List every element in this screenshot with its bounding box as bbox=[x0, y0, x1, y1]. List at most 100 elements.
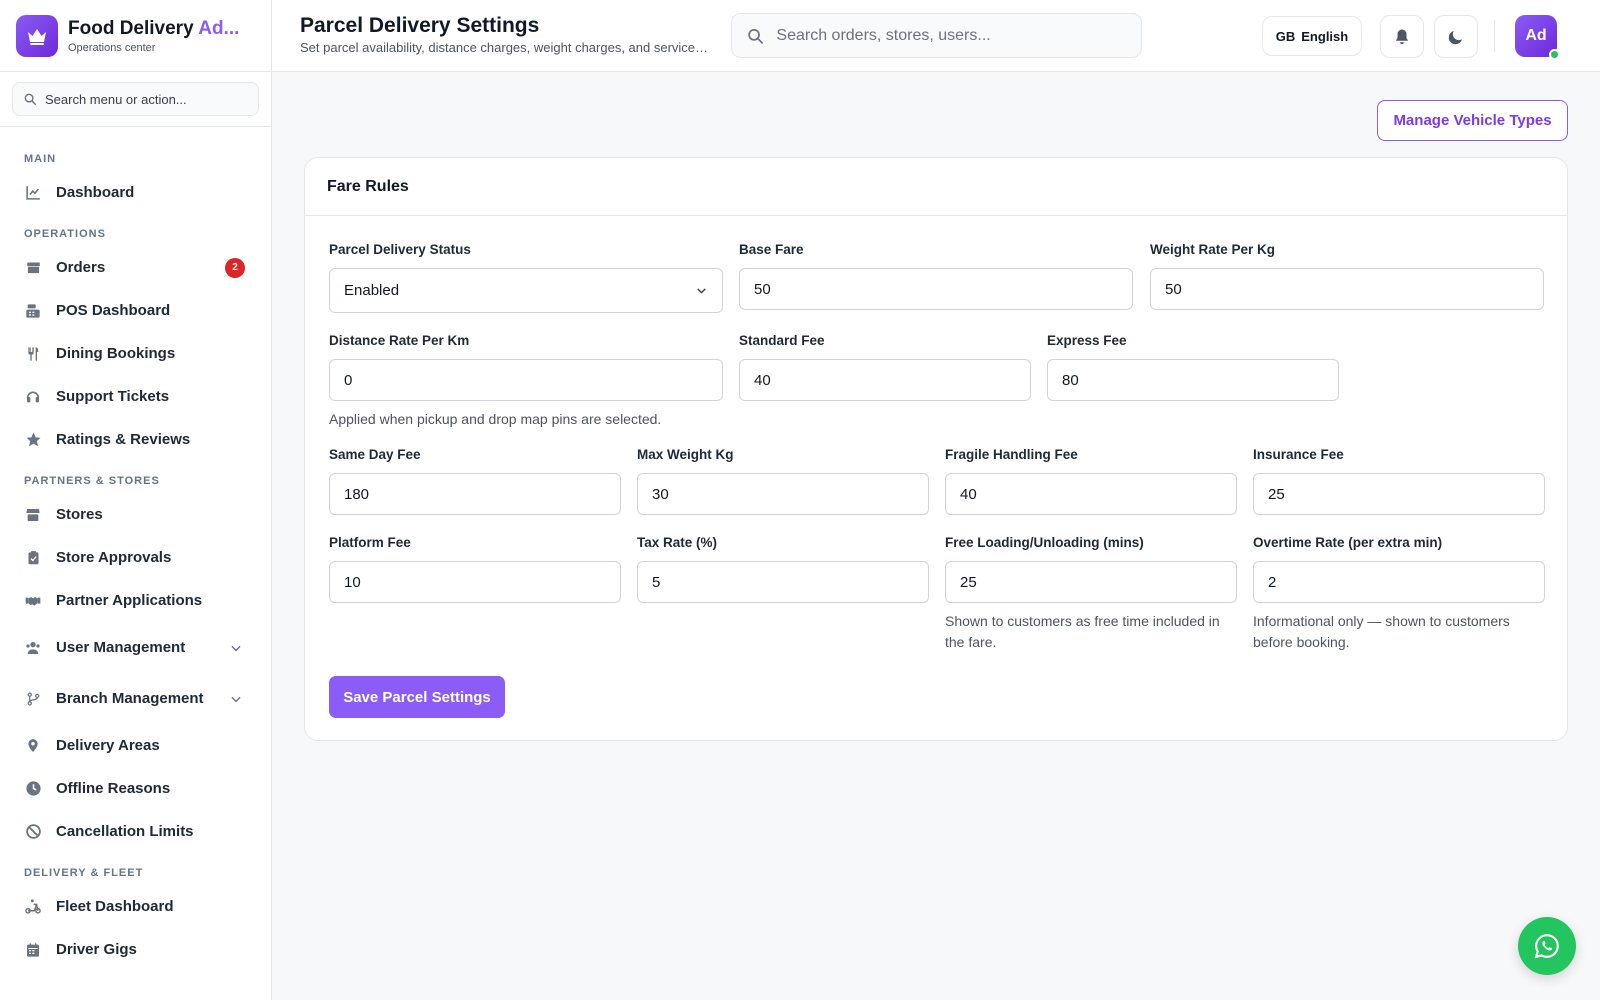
clipboard-check-icon bbox=[24, 549, 42, 567]
chevron-down-icon bbox=[231, 696, 241, 702]
sidebar-item-ratings-reviews[interactable]: Ratings & Reviews bbox=[12, 418, 259, 461]
global-search[interactable] bbox=[731, 13, 1142, 58]
theme-toggle-button[interactable] bbox=[1434, 15, 1478, 58]
sidebar-item-delivery-areas[interactable]: Delivery Areas bbox=[12, 724, 259, 767]
orders-count-badge: 2 bbox=[225, 257, 245, 278]
distance-rate-input[interactable]: 0 bbox=[329, 359, 723, 401]
sidebar-item-label: Dashboard bbox=[56, 184, 135, 201]
sidebar-item-label: Stores bbox=[56, 506, 103, 523]
sidebar-search[interactable] bbox=[12, 82, 259, 116]
field-label: Free Loading/Unloading (mins) bbox=[945, 535, 1144, 550]
overtime-rate-input[interactable]: 2 bbox=[1253, 561, 1545, 603]
sidebar-item-label: Partner Applications bbox=[56, 592, 203, 609]
online-status-dot bbox=[1549, 49, 1560, 60]
sidebar-item-label: Driver Gigs bbox=[56, 941, 137, 958]
sidebar-item-label: User Management bbox=[56, 639, 186, 656]
free-loading-hint: Shown to customers as free time included… bbox=[945, 613, 1220, 650]
sidebar-item-orders[interactable]: Orders 2 bbox=[12, 246, 259, 289]
same-day-fee-input[interactable]: 180 bbox=[329, 473, 621, 515]
fare-rules-title: Fare Rules bbox=[305, 158, 1567, 216]
sidebar-item-branch-management[interactable]: Branch Management bbox=[12, 673, 259, 724]
sidebar-item-offline-reasons[interactable]: Offline Reasons bbox=[12, 767, 259, 810]
standard-fee-field: Standard Fee 40 bbox=[739, 333, 1031, 401]
max-weight-input[interactable]: 30 bbox=[637, 473, 929, 515]
sidebar-nav: MAIN Dashboard OPERATIONS Orders 2 POS D… bbox=[0, 127, 271, 971]
base-fare-input[interactable]: 50 bbox=[739, 268, 1133, 310]
sidebar-item-label: Dining Bookings bbox=[56, 345, 176, 362]
avatar[interactable]: Ad bbox=[1515, 15, 1560, 60]
express-fee-input[interactable]: 80 bbox=[1047, 359, 1339, 401]
utensils-icon bbox=[24, 345, 42, 363]
sidebar-item-label: Fleet Dashboard bbox=[56, 898, 174, 915]
same-day-fee-field: Same Day Fee 180 bbox=[329, 447, 621, 515]
sidebar-item-user-management[interactable]: User Management bbox=[12, 622, 259, 673]
cash-register-icon bbox=[24, 302, 42, 320]
nav-section-main: MAIN bbox=[24, 153, 57, 165]
sidebar-item-store-approvals[interactable]: Store Approvals bbox=[12, 536, 259, 579]
sidebar-item-cancellation-limits[interactable]: Cancellation Limits bbox=[12, 810, 259, 853]
handshake-icon bbox=[24, 592, 42, 610]
standard-fee-input[interactable]: 40 bbox=[739, 359, 1031, 401]
input-value: 40 bbox=[960, 485, 977, 503]
sidebar-item-driver-gigs[interactable]: Driver Gigs bbox=[12, 928, 259, 971]
notifications-button[interactable] bbox=[1380, 15, 1424, 58]
language-selector[interactable]: GB English bbox=[1262, 16, 1362, 56]
sidebar-item-stores[interactable]: Stores bbox=[12, 493, 259, 536]
global-search-input[interactable] bbox=[776, 26, 1127, 45]
nav-section-delivery-fleet: DELIVERY & FLEET bbox=[24, 867, 144, 879]
calendar-icon bbox=[24, 941, 42, 959]
express-fee-field: Express Fee 80 bbox=[1047, 333, 1339, 401]
weight-rate-input[interactable]: 50 bbox=[1150, 268, 1544, 310]
branch-icon bbox=[24, 690, 42, 708]
insurance-fee-input[interactable]: 25 bbox=[1253, 473, 1545, 515]
sidebar-item-label: Store Approvals bbox=[56, 549, 172, 566]
top-header: Parcel Delivery Settings Set parcel avai… bbox=[272, 0, 1600, 72]
ban-icon bbox=[24, 823, 42, 841]
sidebar-item-label: Ratings & Reviews bbox=[56, 431, 191, 448]
free-loading-input[interactable]: 25 bbox=[945, 561, 1237, 603]
field-label: Standard Fee bbox=[739, 333, 825, 348]
tax-rate-field: Tax Rate (%) 5 bbox=[637, 535, 929, 603]
field-label: Max Weight Kg bbox=[637, 447, 734, 462]
sidebar-item-dining-bookings[interactable]: Dining Bookings bbox=[12, 332, 259, 375]
insurance-fee-field: Insurance Fee 25 bbox=[1253, 447, 1545, 515]
field-label: Same Day Fee bbox=[329, 447, 421, 462]
page-subtitle: Set parcel availability, distance charge… bbox=[300, 40, 710, 55]
store-icon bbox=[24, 506, 42, 524]
parcel-status-select[interactable]: Enabled bbox=[329, 268, 723, 313]
chart-line-icon bbox=[24, 184, 42, 202]
input-value: 10 bbox=[344, 573, 361, 591]
input-value: 5 bbox=[652, 573, 661, 591]
field-label: Fragile Handling Fee bbox=[945, 447, 1078, 462]
header-divider bbox=[1494, 20, 1495, 52]
sidebar-item-label: Cancellation Limits bbox=[56, 823, 194, 840]
input-value: 80 bbox=[1062, 371, 1079, 389]
sidebar-item-fleet-dashboard[interactable]: Fleet Dashboard bbox=[12, 885, 259, 928]
input-value: 180 bbox=[344, 485, 370, 503]
save-parcel-settings-button[interactable]: Save Parcel Settings bbox=[329, 676, 505, 718]
language-label: English bbox=[1301, 28, 1349, 44]
star-icon bbox=[24, 431, 42, 449]
sidebar-item-partner-applications[interactable]: Partner Applications bbox=[12, 579, 259, 622]
scooter-icon bbox=[24, 898, 42, 916]
tax-rate-input[interactable]: 5 bbox=[637, 561, 929, 603]
brand[interactable]: Food Delivery Ad... Operations center bbox=[0, 0, 271, 72]
users-icon bbox=[24, 639, 42, 657]
manage-vehicle-types-button[interactable]: Manage Vehicle Types bbox=[1377, 100, 1568, 141]
max-weight-field: Max Weight Kg 30 bbox=[637, 447, 929, 515]
field-label: Base Fare bbox=[739, 242, 804, 257]
platform-fee-input[interactable]: 10 bbox=[329, 561, 621, 603]
sidebar-item-support-tickets[interactable]: Support Tickets bbox=[12, 375, 259, 418]
fare-rules-card: Fare Rules Parcel Delivery Status Enable… bbox=[304, 157, 1568, 741]
weight-rate-field: Weight Rate Per Kg 50 bbox=[1150, 242, 1544, 310]
sidebar-search-input[interactable] bbox=[45, 91, 248, 107]
field-label: Insurance Fee bbox=[1253, 447, 1344, 462]
box-icon bbox=[24, 259, 42, 277]
fragile-fee-input[interactable]: 40 bbox=[945, 473, 1237, 515]
base-fare-field: Base Fare 50 bbox=[739, 242, 1133, 310]
input-value: 2 bbox=[1268, 573, 1277, 591]
sidebar-item-pos-dashboard[interactable]: POS Dashboard bbox=[12, 289, 259, 332]
input-value: 25 bbox=[960, 573, 977, 591]
whatsapp-chat-button[interactable] bbox=[1518, 917, 1576, 975]
sidebar-item-dashboard[interactable]: Dashboard bbox=[12, 171, 259, 214]
